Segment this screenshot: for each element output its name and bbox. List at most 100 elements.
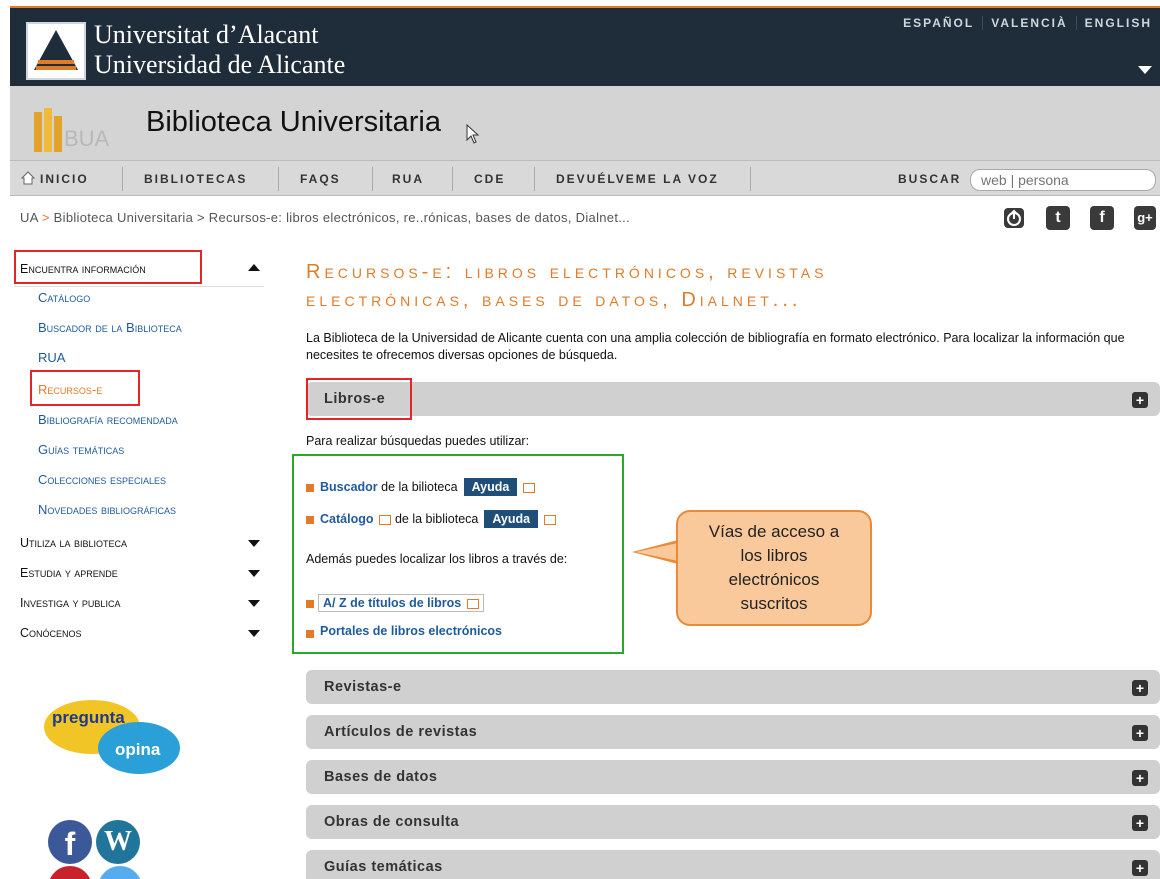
- accordion-libros-e[interactable]: Libros-e +: [306, 382, 1160, 416]
- library-title[interactable]: Biblioteca Universitaria: [146, 106, 441, 139]
- expand-icon[interactable]: +: [1132, 680, 1148, 696]
- language-selector: ESPAÑOL VALENCIÀ ENGLISH: [895, 16, 1160, 30]
- lang-english[interactable]: ENGLISH: [1075, 16, 1160, 30]
- nav-rua[interactable]: RUA: [392, 161, 424, 197]
- search-input[interactable]: [970, 169, 1156, 191]
- bullet-icon: [306, 516, 314, 524]
- bullet-icon: [306, 600, 314, 608]
- expand-icon[interactable]: +: [1132, 815, 1148, 831]
- callout-annotation: Vías de acceso a los libros electrónicos…: [676, 510, 872, 626]
- google-plus-icon[interactable]: g+: [1134, 206, 1156, 230]
- page-title: Recursos-e: libros electrónicos, revista…: [306, 258, 1156, 314]
- nav-cde[interactable]: CDE: [474, 161, 505, 197]
- sidebar-item-catalogo[interactable]: Catálogo: [38, 290, 90, 305]
- pinterest-icon[interactable]: [48, 866, 92, 879]
- breadcrumb-trail[interactable]: Biblioteca Universitaria > Recursos-e: l…: [54, 210, 630, 225]
- catalogo-link[interactable]: Catálogo: [320, 512, 373, 526]
- sidebar-section-utiliza[interactable]: Utiliza la biblioteca: [20, 536, 127, 550]
- portales-link[interactable]: Portales de libros electrónicos: [320, 624, 502, 638]
- page-title-line-2: electrónicas, bases de datos, Dialnet...: [306, 289, 802, 311]
- sidebar-item-guias[interactable]: Guías temáticas: [38, 442, 124, 457]
- breadcrumb-separator: >: [37, 210, 54, 225]
- expand-icon[interactable]: [248, 600, 260, 607]
- lang-valencia[interactable]: VALENCIÀ: [982, 16, 1075, 30]
- accordion-revistas-e-label: Revistas-e: [324, 679, 402, 695]
- ayuda-button[interactable]: Ayuda: [484, 510, 539, 528]
- callout-line-2: los libros: [740, 546, 808, 565]
- pregunta-text: pregunta: [52, 708, 125, 727]
- az-link[interactable]: A/ Z de títulos de libros: [323, 596, 461, 610]
- main-nav: INICIO BIBLIOTECAS FAQS RUA CDE DEVUÉLVE…: [10, 160, 1160, 196]
- wordpress-icon[interactable]: W: [96, 820, 140, 864]
- facebook-icon[interactable]: f: [1090, 206, 1114, 230]
- nav-devuelveme-la-voz[interactable]: DEVUÉLVEME LA VOZ: [556, 161, 719, 197]
- accordion-bases-datos-label: Bases de datos: [324, 769, 438, 785]
- breadcrumb-root[interactable]: UA: [20, 210, 38, 225]
- university-logo-icon[interactable]: [26, 22, 86, 80]
- buscador-link[interactable]: Buscador: [320, 480, 378, 494]
- share-icon[interactable]: [1002, 206, 1026, 230]
- sidebar-item-buscador[interactable]: Buscador de la Biblioteca: [38, 320, 182, 335]
- portales-line: Portales de libros electrónicos: [320, 624, 502, 638]
- search-label: BUSCAR: [898, 172, 962, 186]
- callout-line-4: suscritos: [740, 594, 808, 613]
- ademas-text: Además puedes localizar los libros a tra…: [306, 552, 568, 566]
- sidebar-section-conocenos[interactable]: Conócenos: [20, 626, 82, 640]
- header-dropdown-icon[interactable]: [1138, 66, 1152, 74]
- external-link-icon[interactable]: [379, 514, 392, 525]
- expand-icon[interactable]: +: [1132, 725, 1148, 741]
- highlight-libros-e: [306, 378, 412, 420]
- buscador-line: Buscador de la bilioteca Ayuda: [320, 478, 536, 496]
- para-busquedas: Para realizar búsquedas puedes utilizar:: [306, 434, 530, 448]
- lang-espanol[interactable]: ESPAÑOL: [895, 16, 982, 30]
- twitter-icon[interactable]: [98, 866, 142, 879]
- bua-logo-icon[interactable]: BUA: [28, 108, 110, 152]
- mouse-cursor-icon: [466, 124, 480, 144]
- highlight-encuentra: [14, 250, 202, 284]
- expand-icon[interactable]: +: [1132, 392, 1148, 408]
- accordion-bases-datos[interactable]: Bases de datos +: [306, 760, 1160, 794]
- buscador-rest: de la bilioteca: [377, 480, 458, 494]
- university-name-spanish: Universidad de Alicante: [94, 50, 346, 79]
- external-link-icon[interactable]: [523, 482, 536, 493]
- university-name[interactable]: Universitat d’Alacant Universidad de Ali…: [94, 20, 345, 80]
- az-link-box[interactable]: A/ Z de títulos de libros: [318, 594, 485, 612]
- accordion-guias-tematicas[interactable]: Guías temáticas +: [306, 850, 1160, 879]
- expand-icon[interactable]: +: [1132, 860, 1148, 876]
- expand-icon[interactable]: [248, 540, 260, 547]
- sidebar-item-bibliografia[interactable]: Bibliografía recomendada: [38, 412, 178, 427]
- sidebar-section-estudia[interactable]: Estudia y aprende: [20, 566, 118, 580]
- callout-line-3: electrónicos: [728, 570, 820, 589]
- expand-icon[interactable]: [248, 630, 260, 637]
- accordion-guias-tematicas-label: Guías temáticas: [324, 859, 443, 875]
- facebook-icon[interactable]: f: [48, 820, 92, 864]
- callout-tail-inner: [636, 543, 678, 561]
- page-title-line-1: Recursos-e: libros electrónicos, revista…: [306, 261, 828, 283]
- breadcrumb: UA > Biblioteca Universitaria > Recursos…: [20, 210, 630, 225]
- catalogo-line: Catálogo de la biblioteca Ayuda: [320, 510, 557, 528]
- external-link-icon[interactable]: [467, 598, 480, 609]
- sidebar-section-investiga[interactable]: Investiga y publica: [20, 596, 120, 610]
- expand-icon[interactable]: [248, 570, 260, 577]
- ayuda-button[interactable]: Ayuda: [463, 478, 518, 496]
- nav-bibliotecas[interactable]: BIBLIOTECAS: [144, 161, 247, 197]
- expand-icon[interactable]: +: [1132, 770, 1148, 786]
- nav-faqs[interactable]: FAQS: [300, 161, 341, 197]
- opina-text: opina: [115, 740, 161, 759]
- home-icon[interactable]: [20, 170, 36, 186]
- collapse-icon[interactable]: [248, 264, 260, 271]
- accordion-articulos[interactable]: Artículos de revistas +: [306, 715, 1160, 749]
- bullet-icon: [306, 484, 314, 492]
- twitter-icon[interactable]: t: [1046, 206, 1070, 230]
- bua-logo-text: BUA: [64, 126, 110, 151]
- sidebar-item-colecciones[interactable]: Colecciones especiales: [38, 472, 166, 487]
- university-header: Universitat d’Alacant Universidad de Ali…: [10, 6, 1160, 86]
- sidebar-item-rua[interactable]: RUA: [38, 350, 65, 365]
- accordion-revistas-e[interactable]: Revistas-e +: [306, 670, 1160, 704]
- az-line: A/ Z de títulos de libros: [318, 594, 485, 612]
- sidebar-item-novedades[interactable]: Novedades bibliográficas: [38, 502, 176, 517]
- accordion-obras-consulta[interactable]: Obras de consulta +: [306, 805, 1160, 839]
- nav-inicio[interactable]: INICIO: [40, 161, 89, 197]
- accordion-obras-consulta-label: Obras de consulta: [324, 814, 460, 830]
- external-link-icon[interactable]: [544, 514, 557, 525]
